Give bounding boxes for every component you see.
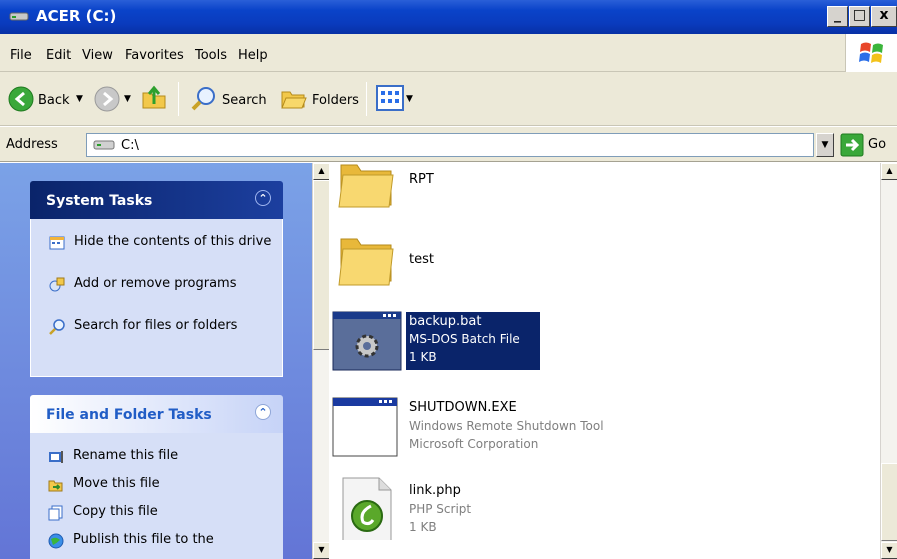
drive-icon bbox=[93, 140, 115, 150]
php-script-icon bbox=[342, 477, 392, 540]
scroll-up-button[interactable]: ▲ bbox=[313, 163, 330, 180]
menu-file[interactable]: File bbox=[10, 48, 32, 63]
search-icon bbox=[49, 319, 65, 335]
window-title: ACER (C:) bbox=[36, 7, 117, 25]
hide-contents-icon bbox=[49, 236, 65, 250]
batch-file-icon bbox=[332, 311, 402, 371]
maximize-button[interactable]: □ bbox=[849, 6, 870, 27]
file-folder-tasks-header[interactable]: File and Folder Tasks ⌃ bbox=[30, 395, 283, 433]
views-dropdown-icon[interactable]: ▼ bbox=[406, 94, 413, 104]
file-list: RPT test backup.bat MS-DOS Batch File 1 … bbox=[329, 163, 880, 559]
search-button-label[interactable]: Search bbox=[222, 93, 267, 108]
file-description: MS-DOS Batch File bbox=[409, 332, 520, 346]
drive-icon bbox=[9, 12, 29, 21]
address-label: Address bbox=[6, 137, 58, 152]
views-icon[interactable] bbox=[376, 85, 404, 111]
title-bar[interactable]: ACER (C:) _ □ x bbox=[0, 0, 897, 34]
minimize-button[interactable]: _ bbox=[827, 6, 848, 27]
address-value: C:\ bbox=[121, 138, 139, 153]
application-window-icon bbox=[332, 397, 398, 457]
folder-icon bbox=[338, 164, 394, 208]
scroll-up-button[interactable]: ▲ bbox=[881, 163, 897, 180]
system-tasks-body: Hide the contents of this drive Add or r… bbox=[30, 219, 283, 377]
file-company: Microsoft Corporation bbox=[409, 437, 539, 451]
system-tasks-panel: System Tasks ⌃ Hide the contents of this… bbox=[30, 181, 283, 377]
windows-flag-icon bbox=[859, 42, 883, 63]
scrollbar-thumb[interactable] bbox=[313, 180, 330, 350]
system-tasks-title: System Tasks bbox=[46, 193, 153, 209]
publish-globe-icon bbox=[48, 533, 64, 549]
task-label: Add or remove programs bbox=[74, 276, 237, 291]
task-pane: System Tasks ⌃ Hide the contents of this… bbox=[0, 163, 312, 559]
menu-view[interactable]: View bbox=[82, 48, 113, 63]
close-button[interactable]: x bbox=[871, 6, 897, 27]
task-label: Move this file bbox=[73, 476, 160, 491]
menu-edit[interactable]: Edit bbox=[46, 48, 71, 63]
file-description: PHP Script bbox=[409, 502, 472, 516]
file-folder-tasks-body: Rename this file Move this file Copy thi… bbox=[30, 433, 283, 559]
folder-icon bbox=[338, 238, 394, 286]
menu-bar: File Edit View Favorites Tools Help bbox=[0, 34, 897, 72]
file-item-shutdown-exe[interactable]: SHUTDOWN.EXE Windows Remote Shutdown Too… bbox=[329, 396, 869, 476]
system-tasks-header[interactable]: System Tasks ⌃ bbox=[30, 181, 283, 219]
file-name: backup.bat bbox=[409, 314, 482, 329]
file-item-backup-bat[interactable]: backup.bat MS-DOS Batch File 1 KB bbox=[329, 308, 869, 388]
task-label: Rename this file bbox=[73, 448, 179, 463]
task-label: Search for files or folders bbox=[74, 318, 238, 333]
menu-help[interactable]: Help bbox=[238, 48, 268, 63]
file-name: test bbox=[409, 252, 434, 267]
task-pane-scrollbar[interactable]: ▲ ▼ bbox=[312, 163, 330, 559]
task-label: Publish this file to the bbox=[73, 532, 214, 547]
up-folder-icon[interactable] bbox=[140, 84, 168, 112]
back-dropdown-icon[interactable]: ▼ bbox=[76, 94, 83, 104]
toolbar: Back ▼ ▼ Search Folders ▼ bbox=[0, 72, 897, 126]
back-button-label[interactable]: Back bbox=[38, 93, 70, 108]
file-item-link-php[interactable]: link.php PHP Script 1 KB bbox=[329, 476, 869, 556]
folders-button-label[interactable]: Folders bbox=[312, 93, 359, 108]
scroll-down-button[interactable]: ▼ bbox=[313, 542, 330, 559]
collapse-chevron-icon[interactable]: ⌃ bbox=[255, 190, 271, 206]
file-name: SHUTDOWN.EXE bbox=[409, 400, 517, 415]
file-folder-tasks-panel: File and Folder Tasks ⌃ Rename this file… bbox=[30, 395, 283, 559]
toolbar-separator bbox=[178, 82, 179, 116]
file-folder-tasks-title: File and Folder Tasks bbox=[46, 407, 212, 423]
file-name: link.php bbox=[409, 483, 461, 498]
file-list-scrollbar[interactable]: ▲ ▼ bbox=[880, 163, 897, 559]
collapse-chevron-icon[interactable]: ⌃ bbox=[255, 404, 271, 420]
file-name: RPT bbox=[409, 172, 434, 187]
scroll-down-button[interactable]: ▼ bbox=[881, 542, 897, 559]
toolbar-separator bbox=[366, 82, 367, 116]
forward-arrow-icon[interactable] bbox=[94, 86, 120, 112]
forward-dropdown-icon[interactable]: ▼ bbox=[124, 94, 131, 104]
windows-logo bbox=[845, 34, 897, 72]
file-description: Windows Remote Shutdown Tool bbox=[409, 419, 604, 433]
rename-icon bbox=[49, 451, 63, 463]
scrollbar-thumb[interactable] bbox=[881, 463, 897, 541]
task-label: Hide the contents of this drive bbox=[74, 234, 272, 249]
add-remove-programs-icon bbox=[49, 277, 65, 292]
menu-tools[interactable]: Tools bbox=[195, 48, 227, 63]
copy-icon bbox=[48, 505, 63, 521]
file-item-test[interactable]: test bbox=[329, 227, 869, 307]
go-label: Go bbox=[868, 137, 887, 152]
folders-icon[interactable] bbox=[280, 85, 308, 111]
move-icon bbox=[48, 480, 63, 492]
menu-favorites[interactable]: Favorites bbox=[125, 48, 184, 63]
file-size: 1 KB bbox=[409, 520, 437, 534]
back-arrow-icon[interactable] bbox=[8, 86, 34, 112]
search-icon[interactable] bbox=[190, 85, 218, 113]
file-item-rpt[interactable]: RPT bbox=[329, 149, 869, 229]
task-label: Copy this file bbox=[73, 504, 158, 519]
file-size: 1 KB bbox=[409, 350, 437, 364]
